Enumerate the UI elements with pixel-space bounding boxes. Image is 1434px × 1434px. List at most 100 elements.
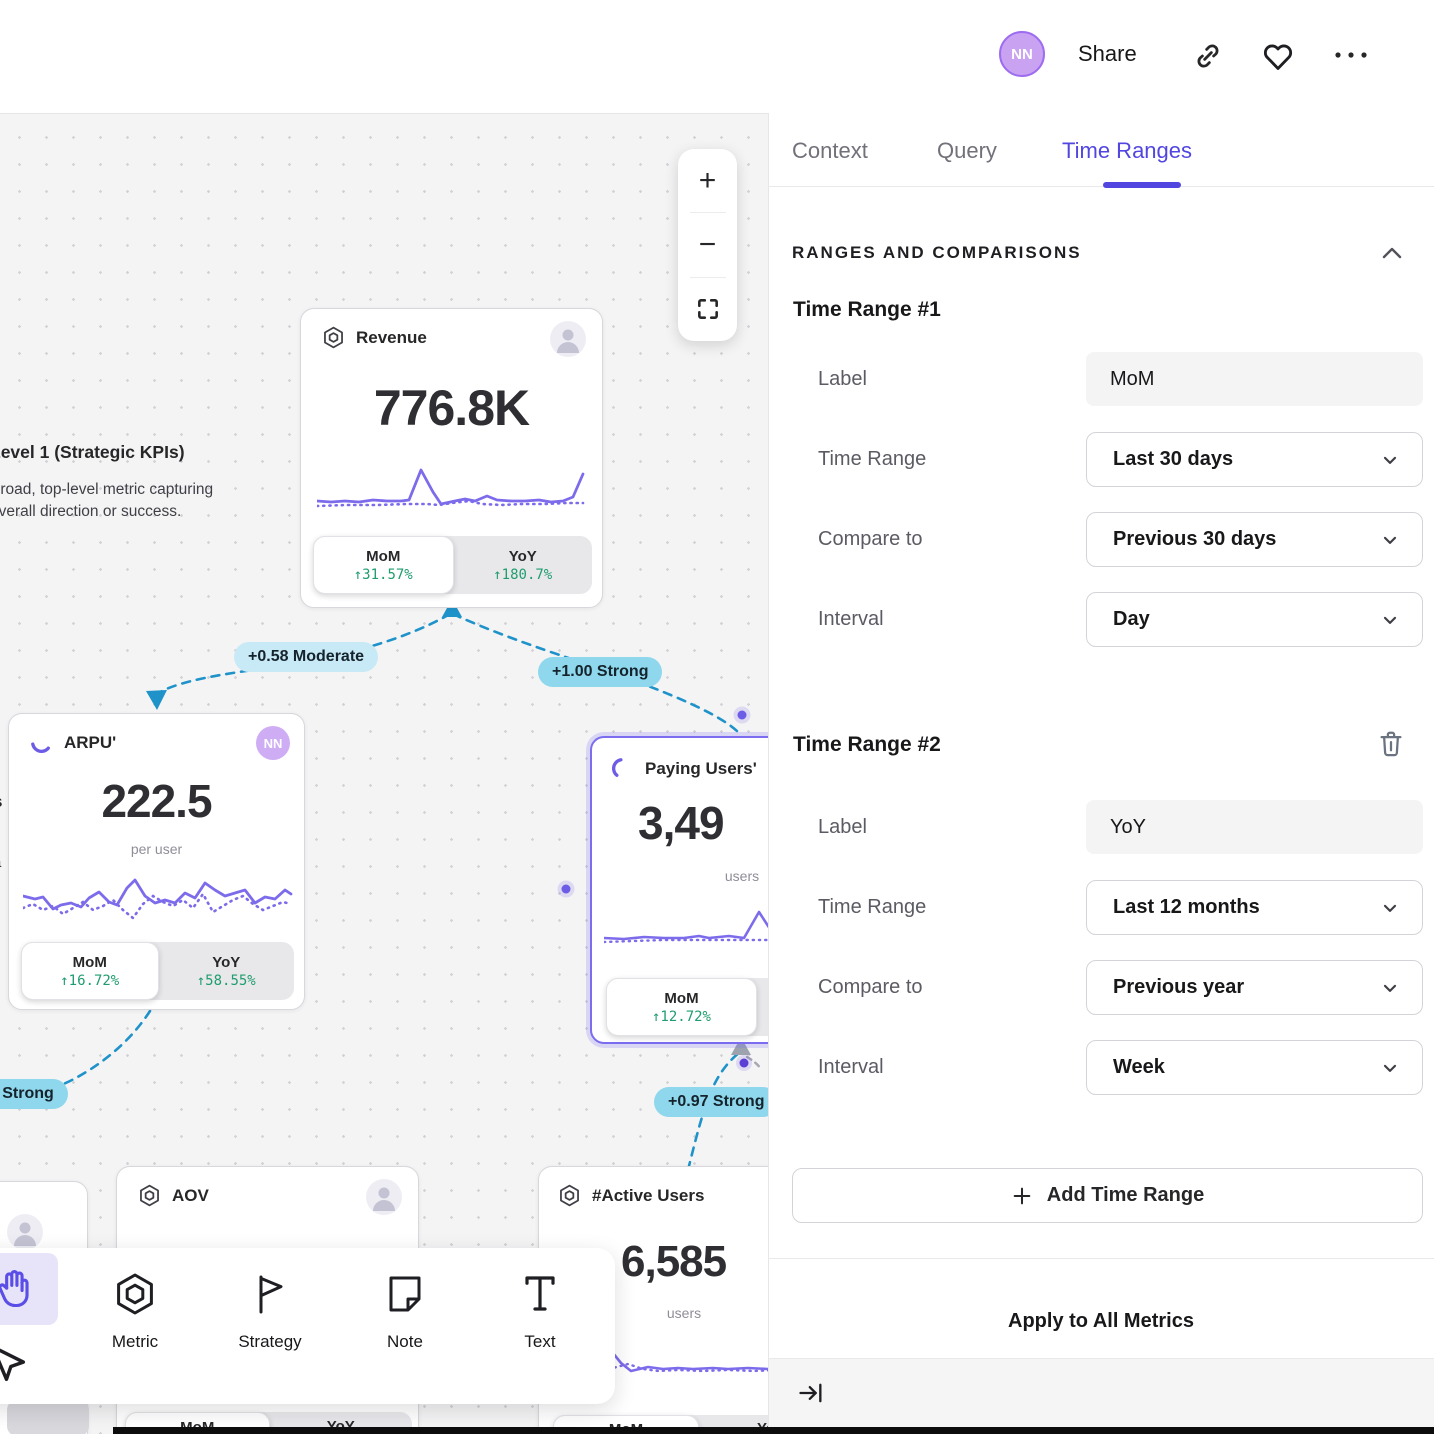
metric-value: 776.8K: [301, 379, 602, 437]
metric-tree-canvas[interactable]: + − Level 1 (Strategic KPIs) Broad, top-…: [0, 113, 768, 1434]
clipped-text-fragment: s: [0, 792, 2, 812]
level-note-title: Level 1 (Strategic KPIs): [0, 442, 250, 463]
sparkline: [317, 461, 587, 521]
plus-icon: [1011, 1185, 1033, 1207]
level-note: Level 1 (Strategic KPIs) Broad, top-leve…: [0, 442, 250, 523]
comparison-toggle: MoM ↑31.57% YoY ↑180.7%: [313, 536, 592, 594]
metric-tool-icon: [111, 1270, 159, 1318]
panel-divider: [768, 1258, 1434, 1259]
toggle-yoy[interactable]: [757, 978, 768, 1036]
correlation-badge: +1.00 Strong: [538, 657, 662, 687]
range-2-label-input[interactable]: [1086, 800, 1423, 854]
toolbar-item-strategy[interactable]: Strategy: [215, 1270, 325, 1352]
chevron-down-icon: [1380, 1058, 1400, 1078]
fullscreen-button[interactable]: [678, 278, 737, 341]
favorite-heart-icon[interactable]: [1260, 38, 1296, 74]
comparison-toggle: MoM ↑12.72%: [606, 978, 768, 1036]
toggle-yoy[interactable]: YoY ↑58.55%: [159, 942, 295, 1000]
zoom-controls: + −: [678, 149, 737, 341]
card-title: #Active Users: [592, 1186, 704, 1206]
clipped-text-fragment: a: [0, 854, 1, 871]
metric-arc-icon: [29, 730, 54, 755]
owner-avatar[interactable]: NN: [256, 726, 290, 760]
more-options-icon[interactable]: [1332, 48, 1370, 62]
zoom-out-button[interactable]: −: [678, 213, 737, 276]
metric-value: 222.5: [9, 774, 304, 828]
add-time-range-button[interactable]: Add Time Range: [792, 1168, 1423, 1223]
collapse-chevron-icon[interactable]: [1380, 244, 1404, 262]
range-1-label-input[interactable]: [1086, 352, 1423, 406]
toolbar-item-note[interactable]: Note: [350, 1270, 460, 1352]
flag-icon: [246, 1270, 294, 1318]
owner-avatar-icon[interactable]: [7, 1214, 43, 1250]
chevron-down-icon: [1380, 978, 1400, 998]
chevron-down-icon: [1380, 450, 1400, 470]
minus-icon: −: [699, 228, 717, 262]
canvas-toolbar: Metric Strategy Note Text: [0, 1248, 615, 1404]
range-1-time-range-select[interactable]: Last 30 days: [1086, 432, 1423, 487]
metric-hexagon-icon: [137, 1183, 162, 1208]
toolbar-item-metric[interactable]: Metric: [80, 1270, 190, 1352]
metric-unit: per user: [9, 841, 304, 857]
metric-hexagon-icon: [557, 1183, 582, 1208]
metric-card-revenue[interactable]: Revenue 776.8K MoM ↑31.57% YoY ↑180.7%: [300, 308, 603, 608]
field-label: Label: [818, 368, 867, 391]
range-2-time-range-select[interactable]: Last 12 months: [1086, 880, 1423, 935]
chevron-down-icon: [1380, 898, 1400, 918]
card-title: Revenue: [356, 328, 427, 348]
sparkline: [604, 900, 768, 955]
tab-query[interactable]: Query: [937, 138, 997, 164]
toggle-mom[interactable]: MoM ↑12.72%: [606, 978, 757, 1036]
range-2-interval-select[interactable]: Week: [1086, 1040, 1423, 1095]
owner-avatar-icon[interactable]: [550, 321, 586, 357]
metric-value: 3,49: [638, 796, 724, 850]
card-title: Paying Users': [645, 759, 757, 779]
toggle-mom[interactable]: MoM ↑31.57%: [313, 536, 454, 594]
card-title: AOV: [172, 1186, 209, 1206]
metric-card-arpu[interactable]: ARPU' NN 222.5 per user MoM ↑16.72% YoY …: [8, 713, 305, 1010]
tab-time-ranges[interactable]: Time Ranges: [1062, 138, 1192, 164]
section-header: RANGES AND COMPARISONS: [792, 243, 1082, 263]
range-1-interval-select[interactable]: Day: [1086, 592, 1423, 647]
user-avatar[interactable]: NN: [999, 31, 1045, 77]
toggle-mom[interactable]: MoM ↑16.72%: [21, 942, 159, 1000]
toolbar-item-text[interactable]: Text: [485, 1270, 595, 1352]
select-tool-button[interactable]: [0, 1332, 38, 1396]
metric-arc-icon: [610, 756, 635, 781]
fullscreen-icon: [695, 296, 721, 322]
metric-hexagon-icon: [321, 325, 346, 350]
share-button[interactable]: Share: [1078, 41, 1137, 67]
field-label: Label: [818, 816, 867, 839]
toggle-yoy[interactable]: YoY ↑180.7%: [454, 536, 593, 594]
bottom-window-edge: [113, 1427, 1434, 1434]
hand-tool-button[interactable]: [0, 1253, 58, 1325]
field-label: Time Range: [818, 448, 926, 471]
field-label: Interval: [818, 1056, 884, 1079]
tabs-divider: [768, 186, 1434, 187]
sparkline: [23, 866, 293, 936]
level-note-body: Broad, top-level metric capturingoverall…: [0, 479, 250, 523]
owner-avatar-icon[interactable]: [366, 1179, 402, 1215]
collapse-panel-icon[interactable]: [797, 1379, 825, 1407]
field-label: Interval: [818, 608, 884, 631]
field-label: Time Range: [818, 896, 926, 919]
metric-card-paying-users[interactable]: Paying Users' 3,49 users MoM ↑12.72%: [590, 736, 768, 1044]
range-1-compare-select[interactable]: Previous 30 days: [1086, 512, 1423, 567]
cursor-icon: [0, 1341, 31, 1387]
comparison-toggle[interactable]: [7, 1400, 89, 1434]
active-tab-underline: [1103, 182, 1181, 188]
text-tool-icon: [516, 1270, 564, 1318]
panel-footer: [769, 1359, 1434, 1428]
avatar-initials: NN: [1011, 46, 1033, 63]
range-2-compare-select[interactable]: Previous year: [1086, 960, 1423, 1015]
zoom-in-button[interactable]: +: [678, 149, 737, 212]
tab-context[interactable]: Context: [792, 138, 868, 164]
chevron-down-icon: [1380, 530, 1400, 550]
apply-to-all-metrics-button[interactable]: Apply to All Metrics: [768, 1310, 1434, 1333]
note-icon: [381, 1270, 429, 1318]
card-title: ARPU': [64, 733, 116, 753]
delete-range-trash-icon[interactable]: [1376, 728, 1406, 760]
field-label: Compare to: [818, 528, 923, 551]
metric-unit: users: [592, 868, 768, 884]
copy-link-icon[interactable]: [1192, 40, 1224, 72]
